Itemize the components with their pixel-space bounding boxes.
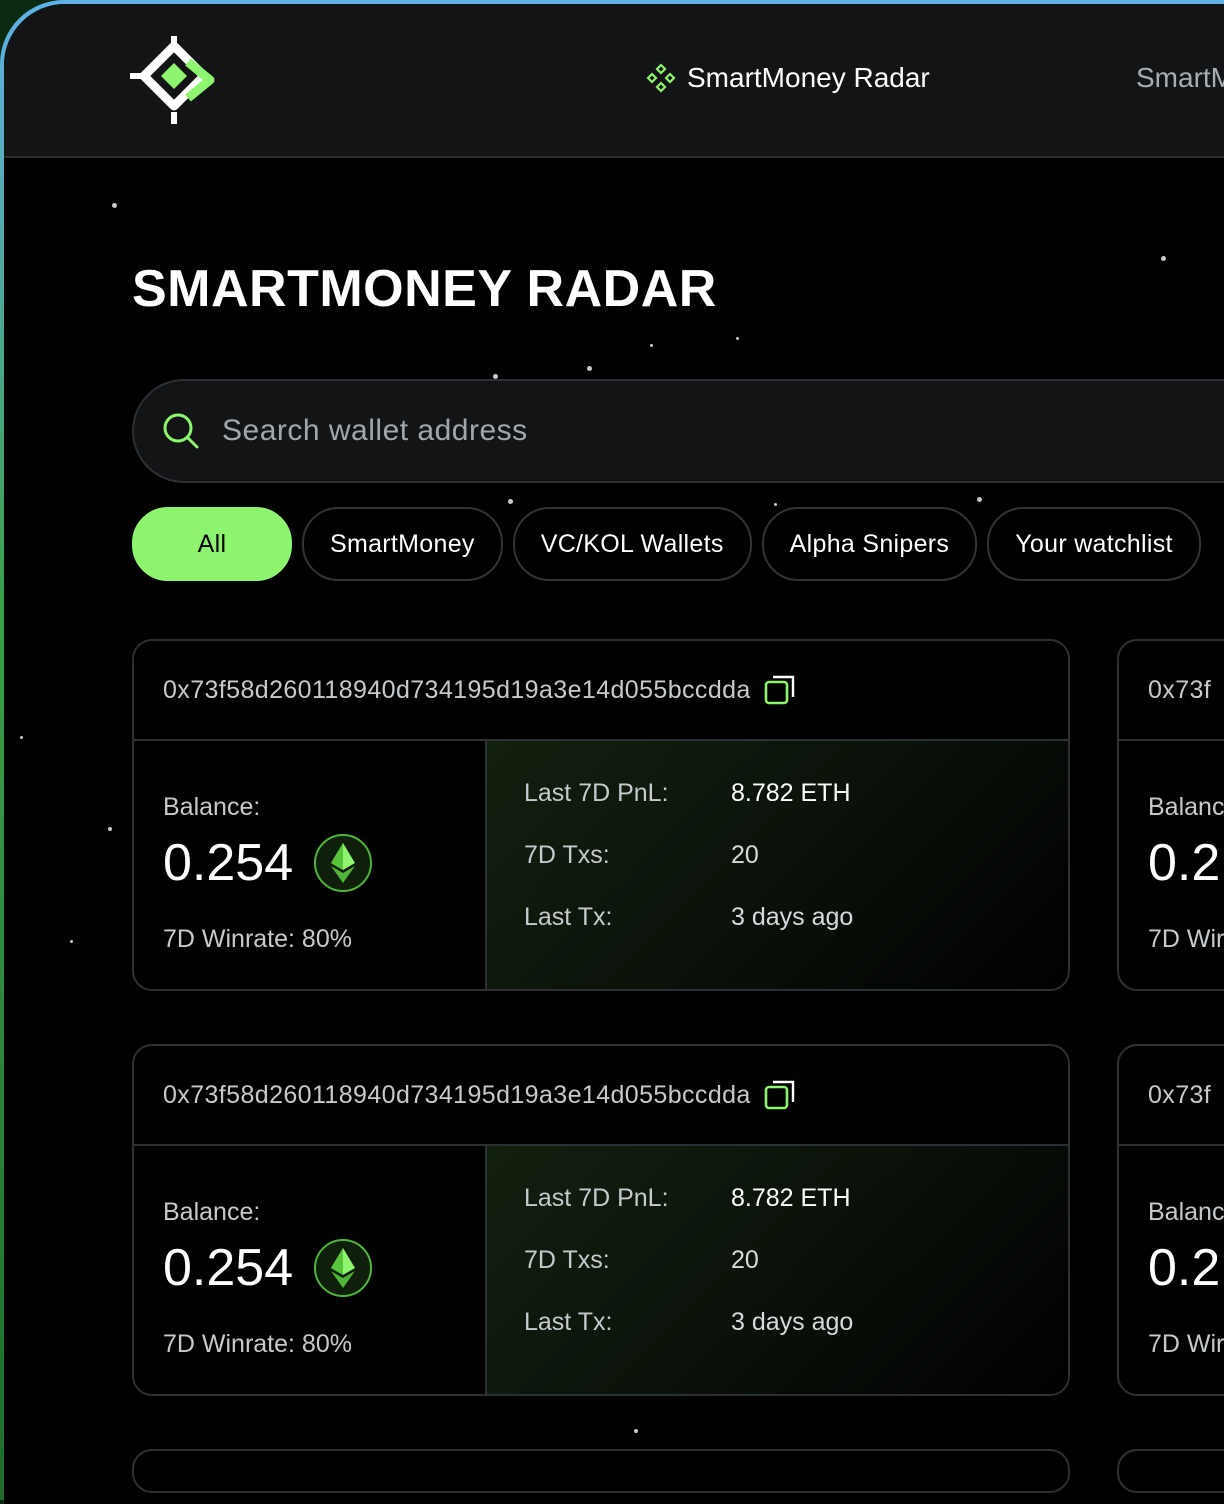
radar-diamonds-icon [646,63,676,93]
stat-value: 20 [731,1246,759,1274]
winrate-text: 7D Winrate: 80% [163,925,352,953]
tab-your-watchlist[interactable]: Your watchlist [987,507,1201,581]
balance-row: 0.254 [163,1238,373,1298]
nav-item-smartmoney[interactable]: SmartMoney [1136,62,1224,94]
filter-tabs: All SmartMoney VC/KOL Wallets Alpha Snip… [132,507,1201,581]
stat-label: 7D Txs: [524,1246,610,1274]
stat-txs: 7D Txs: 20 [524,1246,759,1275]
wallet-card[interactable]: 0x73f58d260118940d734195d19a3e14d055bccd… [132,639,1070,991]
winrate-text: 7D Wir [1148,1330,1224,1358]
stat-label: Last Tx: [524,1308,613,1336]
balance-value: 0.254 [163,1239,294,1297]
balance-value: 0.2 [1148,834,1221,892]
search-input[interactable] [220,413,1224,449]
star-dot [508,499,513,504]
balance-value: 0.2 [1148,1239,1221,1297]
ethereum-icon [314,834,373,892]
tab-alpha-snipers[interactable]: Alpha Snipers [761,507,978,581]
wallet-card[interactable]: 0x73f58d260118940d734195d19a3e14d055bccd… [132,1044,1070,1396]
balance-value: 0.254 [163,834,294,892]
stats-section: Last 7D PnL: 8.782 ETH 7D Txs: 20 Last T… [487,1146,1068,1394]
balance-row: 0.2 [1148,833,1220,893]
copy-icon[interactable] [763,673,797,707]
balance-section: Balance: 0.254 7D Winrate: 80% [134,741,487,989]
ethereum-icon [314,1239,373,1297]
stats-section: Last 7D PnL: 8.782 ETH 7D Txs: 20 Last T… [487,741,1068,989]
top-bar: SmartMoney Radar SmartMoney [4,4,1224,158]
tab-smartmoney[interactable]: SmartMoney [302,507,503,581]
page-title: SMARTMONEY RADAR [132,260,717,318]
wallet-address: 0x73f [1148,675,1212,704]
winrate-text: 7D Winrate: 80% [163,1330,352,1358]
stat-label: 7D Txs: [524,841,610,869]
wallet-address: 0x73f58d260118940d734195d19a3e14d055bccd… [163,675,751,704]
star-dot [20,736,23,739]
balance-row: 0.2 [1148,1238,1220,1298]
balance-label: Balanc [1148,1198,1224,1226]
wallet-card-header: 0x73f [1119,1046,1224,1146]
stat-value: 8.782 ETH [731,779,851,807]
wallet-card-body: Balanc 0.2 7D Wir [1119,741,1224,989]
balance-row: 0.254 [163,833,373,893]
stat-pnl: Last 7D PnL: 8.782 ETH [524,1184,851,1213]
nav-item-label: SmartMoney Radar [687,62,930,93]
star-dot [1161,256,1166,261]
stat-label: Last 7D PnL: [524,1184,669,1212]
wallet-card-body: Balanc 0.2 7D Wir [1119,1146,1224,1394]
star-dot [736,337,739,340]
wallet-address: 0x73f [1148,1080,1212,1109]
balance-section: Balance: 0.254 7D Winrate: 80% [134,1146,487,1394]
stat-label: Last Tx: [524,903,613,931]
stat-txs: 7D Txs: 20 [524,841,759,870]
brand-logo-icon[interactable] [130,36,218,124]
balance-label: Balanc [1148,793,1224,821]
winrate-text: 7D Wir [1148,925,1224,953]
wallet-card-body: Balance: 0.254 7D Winrate: 80% Last 7D P… [134,741,1068,989]
search-bar[interactable] [132,379,1224,483]
star-dot [108,827,112,831]
stat-value: 20 [731,841,759,869]
star-dot [634,1429,638,1433]
search-icon [163,413,199,449]
star-dot [112,203,117,208]
star-dot [70,940,73,943]
wallet-card-header: 0x73f58d260118940d734195d19a3e14d055bccd… [134,641,1068,741]
star-dot [587,366,592,371]
stat-value: 3 days ago [731,903,854,931]
copy-icon[interactable] [763,1078,797,1112]
wallet-card-header: 0x73f [1119,641,1224,741]
wallet-address: 0x73f58d260118940d734195d19a3e14d055bccd… [163,1080,751,1109]
wallet-card[interactable]: 0x73f Balanc 0.2 7D Wir [1117,1044,1224,1396]
tab-all[interactable]: All [132,507,292,581]
stat-last-tx: Last Tx: 3 days ago [524,903,853,932]
star-dot [774,503,777,506]
balance-section: Balanc 0.2 7D Wir [1119,741,1224,989]
balance-label: Balance: [163,793,261,821]
stat-pnl: Last 7D PnL: 8.782 ETH [524,779,851,808]
wallet-card-body: Balance: 0.254 7D Winrate: 80% Last 7D P… [134,1146,1068,1394]
star-dot [650,344,653,347]
stat-label: Last 7D PnL: [524,779,669,807]
stat-last-tx: Last Tx: 3 days ago [524,1308,853,1337]
app-window: SmartMoney Radar SmartMoney SMARTMONEY R… [4,4,1224,1504]
balance-label: Balance: [163,1198,261,1226]
stat-value: 3 days ago [731,1308,854,1336]
star-dot [977,497,982,502]
balance-section: Balanc 0.2 7D Wir [1119,1146,1224,1394]
nav-item-smartmoney-radar[interactable]: SmartMoney Radar [645,62,930,94]
stat-value: 8.782 ETH [731,1184,851,1212]
tab-vc-kol-wallets[interactable]: VC/KOL Wallets [512,507,752,581]
wallet-card[interactable]: 0x73f Balanc 0.2 7D Wir [1117,639,1224,991]
wallet-card-header: 0x73f58d260118940d734195d19a3e14d055bccd… [134,1046,1068,1146]
